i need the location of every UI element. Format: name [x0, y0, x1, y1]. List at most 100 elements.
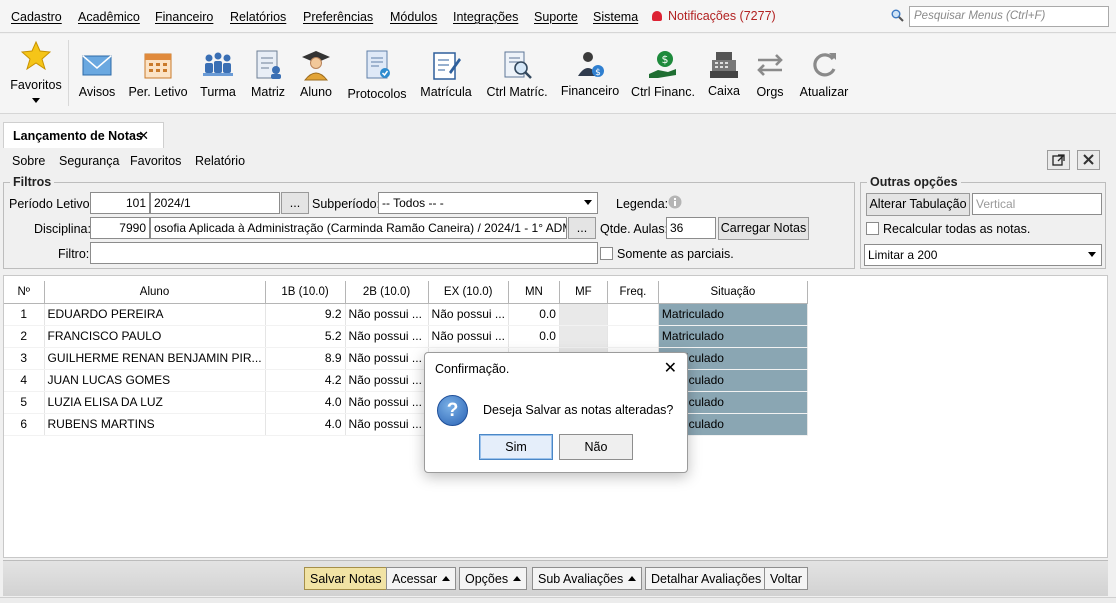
- col-2b[interactable]: 2B (10.0): [345, 281, 429, 304]
- cell-aluno[interactable]: EDUARDO PEREIRA: [44, 303, 266, 326]
- cell-2b[interactable]: Não possui ...: [345, 391, 429, 414]
- menu-suporte[interactable]: Suporte: [534, 10, 578, 24]
- table-row[interactable]: 1 EDUARDO PEREIRA 9.2 Não possui ... Não pos…: [4, 303, 808, 326]
- toolbar-matricula[interactable]: Matrícula: [418, 34, 474, 114]
- col-ex[interactable]: EX (10.0): [428, 281, 509, 304]
- recalcular-checkbox[interactable]: [866, 222, 879, 235]
- cell-ex[interactable]: Não possui ...: [428, 325, 509, 348]
- periodo-code-field[interactable]: 101: [90, 192, 150, 214]
- cell-freq[interactable]: [607, 325, 659, 348]
- close-form-button[interactable]: [1077, 150, 1100, 170]
- tabulacao-direction-field[interactable]: Vertical: [972, 193, 1102, 215]
- cell-freq[interactable]: [607, 303, 659, 326]
- col-mn[interactable]: MN: [508, 281, 560, 304]
- col-situacao[interactable]: Situação: [658, 281, 808, 304]
- menu-cadastro[interactable]: Cadastro: [11, 10, 62, 24]
- col-1b[interactable]: 1B (10.0): [265, 281, 346, 304]
- cell-mn[interactable]: 0.0: [508, 325, 560, 348]
- qtde-aulas-field[interactable]: 36: [666, 217, 716, 239]
- menu-integracoes[interactable]: Integrações: [453, 10, 518, 24]
- cell-aluno[interactable]: GUILHERME RENAN BENJAMIN PIR...: [44, 347, 266, 370]
- toolbar-per-letivo[interactable]: Per. Letivo: [126, 34, 190, 114]
- cell-aluno[interactable]: LUZIA ELISA DA LUZ: [44, 391, 266, 414]
- toolbar-aluno[interactable]: Aluno: [296, 34, 336, 114]
- cell-1b[interactable]: 9.2: [265, 303, 346, 326]
- col-numero[interactable]: Nº: [4, 281, 45, 304]
- salvar-notas-button[interactable]: Salvar Notas: [304, 567, 388, 590]
- limitar-select[interactable]: Limitar a 200: [864, 244, 1102, 266]
- form-menu-sobre[interactable]: Sobre: [12, 154, 45, 168]
- cell-2b[interactable]: Não possui ...: [345, 413, 429, 436]
- toolbar-atualizar[interactable]: Atualizar: [798, 34, 850, 114]
- tab-lancamento-notas[interactable]: Lançamento de Notas ✕: [3, 122, 164, 149]
- disciplina-value-field[interactable]: osofia Aplicada à Administração (Carmind…: [150, 217, 567, 239]
- cell-2b[interactable]: Não possui ...: [345, 347, 429, 370]
- col-freq[interactable]: Freq.: [607, 281, 659, 304]
- voltar-button[interactable]: Voltar: [764, 567, 808, 590]
- menu-relatorios[interactable]: Relatórios: [230, 10, 286, 24]
- detalhar-avaliacoes-button[interactable]: Detalhar Avaliações: [645, 567, 768, 590]
- toolbar-protocolos[interactable]: Protocolos: [344, 34, 410, 114]
- disciplina-code-field[interactable]: 7990: [90, 217, 150, 239]
- carregar-notas-button[interactable]: Carregar Notas: [718, 217, 809, 240]
- toolbar-ctrl-financ[interactable]: $ Ctrl Financ.: [630, 34, 696, 114]
- toolbar-favoritos[interactable]: Favoritos: [6, 34, 66, 114]
- col-aluno[interactable]: Aluno: [44, 281, 266, 304]
- cell-numero[interactable]: 4: [4, 369, 45, 392]
- menu-academico[interactable]: Acadêmico: [78, 10, 140, 24]
- notifications-link[interactable]: Notificações (7277): [652, 9, 776, 23]
- toolbar-avisos[interactable]: Avisos: [74, 34, 120, 114]
- toolbar-orgs[interactable]: Orgs: [752, 34, 788, 114]
- alterar-tabulacao-button[interactable]: Alterar Tabulação: [866, 193, 970, 216]
- cell-ex[interactable]: Não possui ...: [428, 303, 509, 326]
- cell-aluno[interactable]: RUBENS MARTINS: [44, 413, 266, 436]
- menu-sistema[interactable]: Sistema: [593, 10, 638, 24]
- toolbar-turma[interactable]: Turma: [196, 34, 240, 114]
- opcoes-button[interactable]: Opções: [459, 567, 528, 590]
- cell-numero[interactable]: 3: [4, 347, 45, 370]
- cell-aluno[interactable]: JUAN LUCAS GOMES: [44, 369, 266, 392]
- subperiodo-select[interactable]: -- Todos -- -: [378, 192, 598, 214]
- toolbar-caixa[interactable]: Caixa: [704, 34, 744, 114]
- dialog-yes-button[interactable]: Sim: [479, 434, 553, 460]
- cell-numero[interactable]: 2: [4, 325, 45, 348]
- filtro-input[interactable]: [90, 242, 598, 264]
- somente-parciais-checkbox[interactable]: [600, 247, 613, 260]
- cell-situacao[interactable]: Matriculado: [658, 303, 808, 326]
- cell-numero[interactable]: 5: [4, 391, 45, 414]
- table-row[interactable]: 2 FRANCISCO PAULO 5.2 Não possui ... Não pos…: [4, 325, 808, 348]
- form-menu-favoritos[interactable]: Favoritos: [130, 154, 181, 168]
- cell-mf[interactable]: [559, 303, 608, 326]
- form-menu-seguranca[interactable]: Segurança: [59, 154, 119, 168]
- cell-mn[interactable]: 0.0: [508, 303, 560, 326]
- cell-2b[interactable]: Não possui ...: [345, 325, 429, 348]
- cell-aluno[interactable]: FRANCISCO PAULO: [44, 325, 266, 348]
- cell-situacao[interactable]: Matriculado: [658, 325, 808, 348]
- col-mf[interactable]: MF: [559, 281, 608, 304]
- detach-window-button[interactable]: [1047, 150, 1070, 170]
- cell-numero[interactable]: 1: [4, 303, 45, 326]
- dialog-close-icon[interactable]: ✕: [664, 358, 677, 378]
- menu-modulos[interactable]: Módulos: [390, 10, 437, 24]
- cell-1b[interactable]: 4.0: [265, 413, 346, 436]
- form-menu-relatorio[interactable]: Relatório: [195, 154, 245, 168]
- close-icon[interactable]: ✕: [138, 128, 149, 144]
- cell-2b[interactable]: Não possui ...: [345, 303, 429, 326]
- acessar-button[interactable]: Acessar: [386, 567, 457, 590]
- periodo-lookup-button[interactable]: ...: [281, 192, 309, 214]
- cell-1b[interactable]: 4.0: [265, 391, 346, 414]
- cell-numero[interactable]: 6: [4, 413, 45, 436]
- dialog-no-button[interactable]: Não: [559, 434, 633, 460]
- search-input[interactable]: Pesquisar Menus (Ctrl+F): [909, 6, 1109, 27]
- disciplina-lookup-button[interactable]: ...: [568, 217, 596, 239]
- menu-financeiro[interactable]: Financeiro: [155, 10, 213, 24]
- info-icon[interactable]: [668, 195, 682, 209]
- toolbar-ctrl-matric[interactable]: Ctrl Matríc.: [484, 34, 550, 114]
- cell-1b[interactable]: 5.2: [265, 325, 346, 348]
- cell-1b[interactable]: 4.2: [265, 369, 346, 392]
- periodo-value-field[interactable]: 2024/1: [150, 192, 280, 214]
- toolbar-matriz[interactable]: Matriz: [246, 34, 290, 114]
- toolbar-financeiro[interactable]: $ Financeiro: [558, 34, 622, 114]
- cell-2b[interactable]: Não possui ...: [345, 369, 429, 392]
- cell-mf[interactable]: [559, 325, 608, 348]
